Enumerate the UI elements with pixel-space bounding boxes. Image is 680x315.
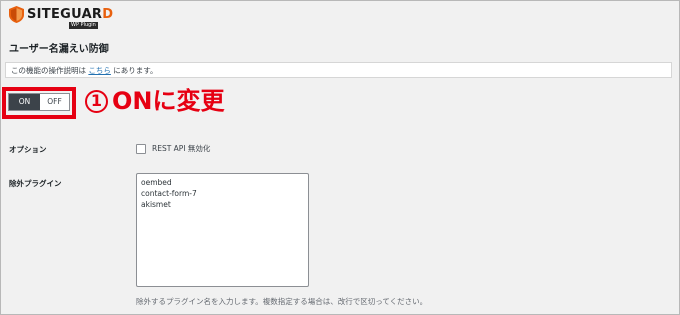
rest-api-checkbox-label[interactable]: REST API 無効化 xyxy=(152,143,210,154)
exclude-plugin-line: oembed xyxy=(141,178,172,187)
notice-box: この機能の操作説明は こちら にあります。 xyxy=(5,62,672,78)
page-title: ユーザー名漏えい防御 xyxy=(9,44,109,55)
exclude-plugins-help: 除外するプラグイン名を入力します。複数指定する場合は、改行で区切ってください。 xyxy=(136,297,428,306)
options-label: オプション xyxy=(9,145,47,154)
toggle-on-button[interactable]: ON xyxy=(9,94,40,110)
notice-link[interactable]: こちら xyxy=(88,66,111,75)
exclude-plugins-textarea[interactable]: oembed contact-form-7 akismet xyxy=(136,173,309,287)
rest-api-checkbox[interactable] xyxy=(136,143,146,154)
siteguard-logo: SITEGUARD WP Plugin xyxy=(9,5,114,29)
notice-text-before: この機能の操作説明は xyxy=(11,66,86,75)
brand-name: SITEGUAR xyxy=(27,7,103,22)
annotation-callout: 1 ONに変更 xyxy=(85,86,225,116)
brand-subtitle: WP Plugin xyxy=(69,22,98,29)
shield-icon xyxy=(9,6,24,23)
toggle-off-button[interactable]: OFF xyxy=(40,94,69,110)
brand-name-accent: D xyxy=(102,7,114,22)
notice-text-after: にあります。 xyxy=(113,66,158,75)
exclude-plugin-line: contact-form-7 xyxy=(141,189,197,198)
annotation-text: ONに変更 xyxy=(112,87,225,115)
exclude-plugin-line: akismet xyxy=(141,200,171,209)
rest-api-option[interactable]: REST API 無効化 xyxy=(136,143,210,154)
annotation-number: 1 xyxy=(85,89,108,113)
exclude-plugins-label: 除外プラグイン xyxy=(9,179,62,188)
feature-toggle[interactable]: ON OFF xyxy=(8,93,70,111)
